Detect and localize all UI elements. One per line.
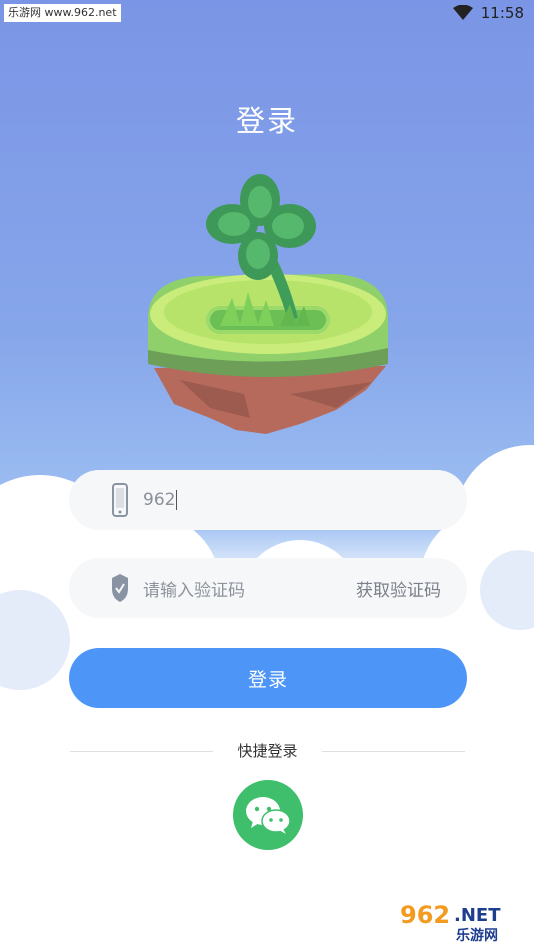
login-screen: 乐游网 www.962.net 11:58 登录 962 请输入验证码 获取验证… (0, 0, 534, 949)
watermark-site-text: 乐游网 (456, 927, 498, 943)
shield-icon (105, 568, 135, 608)
clover-island-illustration (148, 174, 388, 434)
wifi-icon (452, 5, 473, 20)
clock: 11:58 (480, 4, 524, 22)
verification-code-input[interactable]: 请输入验证码 (143, 576, 356, 601)
watermark-text: 乐游网 www.962.net (4, 4, 121, 22)
page-title: 登录 (235, 104, 298, 138)
get-code-button[interactable]: 获取验证码 (356, 576, 441, 601)
quick-login-divider: 快捷登录 (70, 740, 465, 762)
watermark-suffix-text: .NET (454, 905, 501, 926)
divider-line-right (322, 751, 465, 752)
site-watermark-logo: 962 .NET 乐游网 (400, 901, 501, 943)
wechat-icon (246, 797, 291, 834)
status-bar: 乐游网 www.962.net 11:58 (0, 0, 534, 28)
login-button[interactable]: 登录 (69, 648, 467, 708)
phone-field[interactable]: 962 (69, 470, 467, 530)
phone-icon (105, 480, 135, 520)
verification-code-field[interactable]: 请输入验证码 获取验证码 (69, 558, 467, 618)
wechat-login-button[interactable] (233, 780, 303, 850)
text-cursor (176, 490, 178, 510)
watermark-big-text: 962 (400, 901, 450, 929)
phone-input-value[interactable]: 962 (143, 490, 175, 510)
